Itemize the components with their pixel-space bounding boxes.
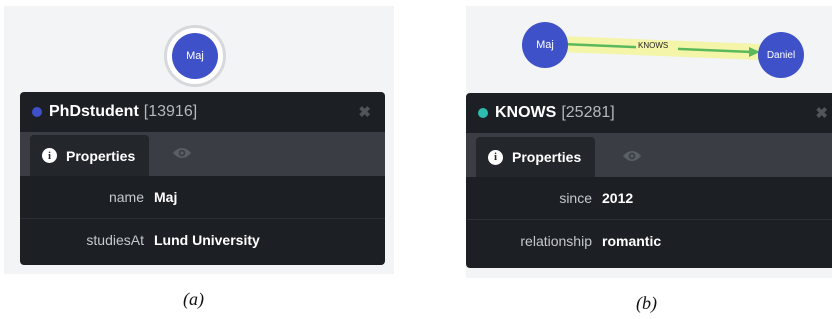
info-icon: i (42, 148, 57, 163)
property-row: studiesAt Lund University (20, 219, 385, 261)
edge-label: KNOWS (638, 41, 669, 50)
caption-b: (b) (636, 293, 657, 313)
node-label: Maj (536, 39, 554, 51)
inspector-tabs: i Properties (466, 133, 832, 177)
label-color-dot (32, 107, 42, 117)
property-row: name Maj (20, 176, 385, 219)
close-icon[interactable]: ✖ (358, 103, 371, 121)
relationship-id: [25281] (561, 104, 615, 121)
tab-properties-label: Properties (66, 147, 136, 164)
node-label: Daniel (766, 49, 796, 61)
property-key: name (108, 189, 144, 205)
eye-icon[interactable] (172, 146, 192, 165)
tab-properties-label: Properties (512, 149, 582, 165)
tab-properties[interactable]: i Properties (30, 135, 150, 176)
inspector-header: PhDstudent [13916] ✖ (20, 92, 385, 132)
close-icon[interactable]: ✖ (815, 104, 828, 122)
eye-icon[interactable] (622, 149, 642, 168)
inspector-header: KNOWS [25281] ✖ (466, 93, 832, 133)
property-key: relationship (520, 233, 592, 249)
inspector-card-a: PhDstudent [13916] ✖ i Properties name M… (20, 92, 385, 265)
relationship-type-title: KNOWS (495, 104, 557, 121)
node-label: Maj (186, 50, 204, 62)
property-value: Lund University (154, 232, 260, 248)
node-id: [13916] (143, 103, 198, 120)
properties-table: since 2012 relationship romantic (466, 177, 832, 262)
property-value: 2012 (602, 190, 634, 206)
node-maj[interactable]: Maj (522, 22, 568, 68)
property-key: since (559, 190, 592, 206)
property-row: since 2012 (466, 177, 832, 220)
type-color-dot (478, 108, 488, 118)
caption-a: (a) (183, 289, 204, 309)
property-key: studiesAt (86, 232, 144, 248)
node-daniel[interactable]: Daniel (758, 32, 804, 78)
properties-table: name Maj studiesAt Lund University (20, 176, 385, 261)
inspector-card-b: KNOWS [25281] ✖ i Properties since 2012 … (466, 93, 832, 268)
tab-properties[interactable]: i Properties (476, 137, 596, 177)
info-icon: i (488, 149, 503, 165)
node-maj[interactable]: Maj (172, 33, 218, 79)
property-row: relationship romantic (466, 220, 832, 262)
property-value: Maj (154, 189, 178, 205)
property-value: romantic (602, 233, 662, 249)
inspector-tabs: i Properties (20, 132, 385, 176)
node-label-title: PhDstudent (49, 103, 139, 120)
